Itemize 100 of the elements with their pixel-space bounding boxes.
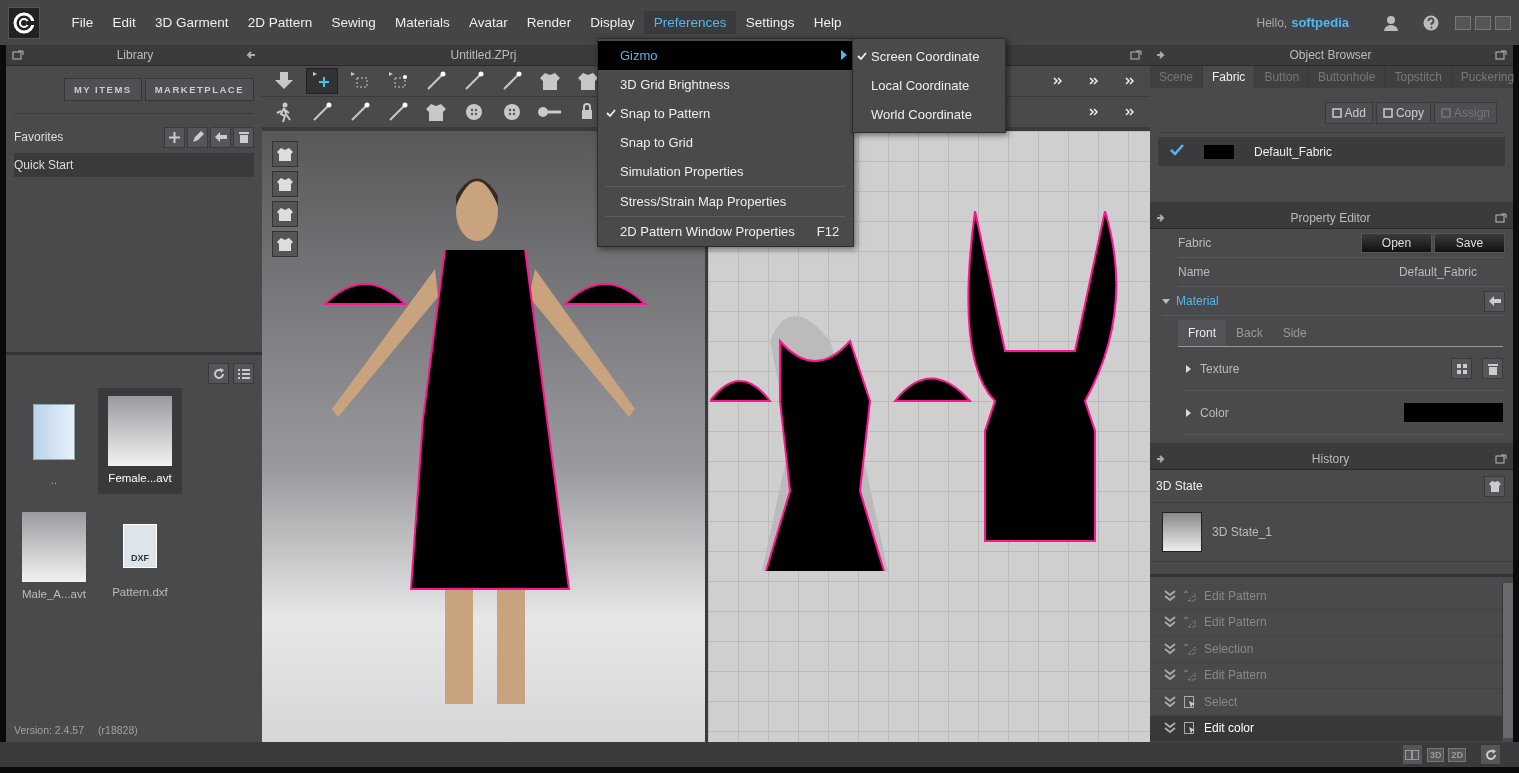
help-icon: [1423, 14, 1439, 31]
grid-icon: [1456, 363, 1467, 374]
favorites-item[interactable]: Quick Start: [14, 153, 254, 177]
help-button[interactable]: [1423, 14, 1439, 31]
property-value: Default_Fabric: [1398, 265, 1477, 279]
add-button[interactable]: [164, 126, 185, 148]
app-logo[interactable]: [8, 6, 40, 39]
pattern-edit-icon: [1184, 669, 1196, 682]
pattern-edit-icon: [1184, 642, 1196, 655]
edit-button[interactable]: [187, 126, 208, 148]
asset-tile[interactable]: Male_A...avt: [14, 504, 94, 608]
user-name[interactable]: softpedia: [1291, 15, 1349, 30]
user-icon: [1383, 14, 1399, 31]
list-view-button[interactable]: [233, 363, 254, 384]
checkmark-icon: [857, 52, 867, 61]
greeting-text: Hello,: [1256, 15, 1288, 30]
menu-option[interactable]: Gizmo: [598, 41, 853, 70]
side-tab[interactable]: Front: [1178, 320, 1226, 346]
menu-item[interactable]: File: [62, 11, 103, 34]
file-button[interactable]: Save: [1434, 233, 1505, 253]
asset-tile[interactable]: Female...avt: [98, 388, 182, 494]
menu-option-label: 3D Grid Brightness: [620, 77, 730, 92]
menu-item[interactable]: Materials: [385, 11, 460, 34]
scrollbar[interactable]: [1502, 583, 1513, 738]
menu-option[interactable]: Snap to Grid: [598, 128, 853, 157]
menu-option[interactable]: 2D Pattern Window Properties F12: [606, 216, 845, 246]
double-chevron-icon: [1164, 616, 1176, 629]
chevrons-icon: [1089, 108, 1099, 116]
checkmark-icon: [1170, 144, 1184, 156]
menu-option[interactable]: Simulation Properties: [598, 157, 853, 186]
file-button[interactable]: Open: [1361, 233, 1432, 253]
property-label: Name: [1178, 265, 1211, 279]
refresh-icon: [212, 367, 225, 380]
undock-icon: [12, 50, 24, 60]
property-label[interactable]: Color: [1200, 405, 1396, 420]
file-name: Pattern.dxf: [112, 586, 168, 598]
menu-option[interactable]: Snap to Pattern: [598, 99, 853, 128]
pencil-icon: [191, 131, 204, 143]
section-title: Favorites: [14, 130, 65, 144]
color-swatch[interactable]: [1404, 403, 1503, 422]
refresh-button[interactable]: [1480, 744, 1501, 765]
grid-button[interactable]: [1451, 358, 1472, 379]
state-thumbnail: [1162, 512, 1202, 552]
menu-option[interactable]: Stress/Strain Map Properties: [606, 186, 845, 216]
arrow-icon: [1156, 50, 1166, 60]
state-name[interactable]: 3D State_1: [1212, 525, 1273, 539]
browser-tab[interactable]: Fabric: [1203, 66, 1256, 88]
library-tab-button[interactable]: MARKETPLACE: [144, 78, 254, 101]
double-chevron-icon: [1164, 642, 1176, 655]
menu-item[interactable]: 2D Pattern: [238, 11, 322, 34]
panel-title: Property Editor: [1289, 211, 1372, 225]
delete-button[interactable]: [1482, 358, 1503, 379]
menu-item[interactable]: Settings: [736, 11, 805, 34]
menu-option[interactable]: Screen Coordinate: [853, 42, 1005, 71]
menu-option-label: Snap to Grid: [620, 135, 693, 150]
property-label[interactable]: Texture: [1200, 361, 1441, 376]
action-button[interactable]: Add: [1324, 102, 1373, 124]
file-name: ..: [50, 474, 58, 486]
menu-item[interactable]: Help: [804, 11, 852, 34]
menu-item[interactable]: Preferences: [644, 11, 737, 34]
back-button[interactable]: [210, 126, 231, 148]
photo-placeholder: [22, 512, 86, 582]
menu-item[interactable]: Sewing: [321, 11, 386, 34]
submenu-arrow-icon: [841, 50, 847, 60]
asset-tile[interactable]: DXF Pattern.dxf: [98, 504, 182, 608]
library-tab-button[interactable]: MY ITEMS: [63, 78, 142, 101]
shirt-icon: [277, 236, 293, 252]
menu-option[interactable]: Local Coordinate: [853, 71, 1005, 100]
menu-item[interactable]: Avatar: [459, 11, 518, 34]
shirt-icon: [277, 146, 293, 162]
menu-item[interactable]: Edit: [102, 11, 146, 34]
chevrons-icon: [1053, 77, 1063, 85]
menu-item[interactable]: 3D Garment: [145, 11, 239, 34]
undock-icon: [1495, 454, 1507, 464]
photo-placeholder: [108, 396, 172, 466]
garment-visibility-button[interactable]: [272, 141, 298, 167]
refresh-button[interactable]: [208, 363, 229, 384]
menu-option-label: Stress/Strain Map Properties: [620, 194, 787, 209]
move-cursor-tool[interactable]: [306, 68, 338, 94]
account-button[interactable]: [1383, 14, 1399, 31]
delete-button[interactable]: [233, 126, 254, 148]
menu-option[interactable]: 3D Grid Brightness: [598, 70, 853, 99]
action-button[interactable]: Copy: [1375, 102, 1431, 124]
history-entry[interactable]: Edit color: [1150, 715, 1502, 742]
panel-title: Library: [115, 48, 155, 62]
menu-option[interactable]: World Coordinate: [853, 100, 1005, 129]
shortcut-text: F12: [816, 224, 840, 239]
trash-icon: [1487, 362, 1498, 375]
menu-option-label: Gizmo: [620, 48, 658, 63]
arrow-icon: [1156, 454, 1166, 464]
fabric-item[interactable]: Default_Fabric: [1158, 137, 1505, 166]
reset-button[interactable]: [1484, 290, 1505, 312]
menu-item[interactable]: Display: [580, 11, 645, 34]
menu-item[interactable]: Render: [517, 11, 581, 34]
split-view-button[interactable]: [1401, 744, 1423, 765]
add-state-button[interactable]: [1484, 475, 1505, 497]
section-title[interactable]: Material: [1176, 294, 1476, 308]
checkmark-icon: [606, 109, 616, 118]
chevrons-icon: [1125, 77, 1135, 85]
asset-tile[interactable]: ..: [14, 388, 94, 494]
